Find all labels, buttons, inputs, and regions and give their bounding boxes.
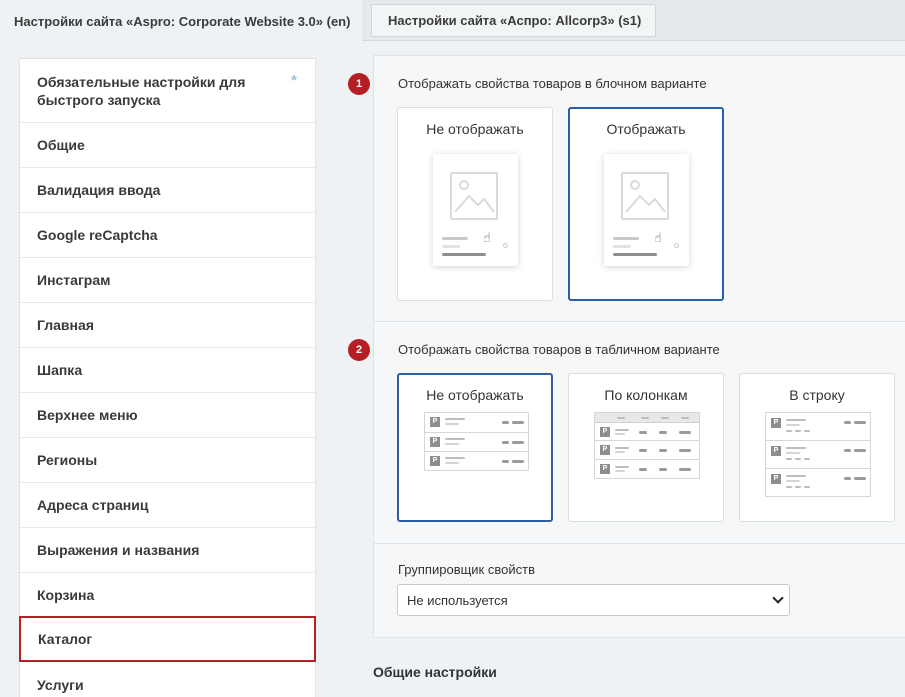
sidebar-item-regions[interactable]: Регионы [20,438,315,483]
table-props-option-inline[interactable]: В строку P P P [739,373,895,522]
block-preview-image: ☝ [433,154,518,266]
block-props-option-show[interactable]: Отображать ☝ [568,107,724,301]
sidebar-item-label: Обязательные настройки для быстрого запу… [37,74,246,108]
option-number-badge: 2 [348,339,370,361]
tab-allcorp3-s1[interactable]: Настройки сайта «Аспро: Allcorp3» (s1) [371,4,656,37]
sidebar-item-label: Валидация ввода [37,182,161,198]
table-props-label: Отображать свойства товаров в табличном … [398,342,720,357]
image-placeholder-icon [450,172,498,220]
sidebar-item-label: Адреса страниц [37,497,149,513]
table-preview: P P P [594,412,700,479]
sidebar-item-header[interactable]: Шапка [20,348,315,393]
option-title: Не отображать [426,387,524,403]
section-divider [373,321,905,322]
block-props-label: Отображать свойства товаров в блочном ва… [398,76,707,91]
sidebar-item-label: Главная [37,317,94,333]
tab-bar: Настройки сайта «Aspro: Corporate Websit… [0,0,905,42]
sidebar-item-main[interactable]: Главная [20,303,315,348]
tab-corporate-website-en[interactable]: Настройки сайта «Aspro: Corporate Websit… [0,0,362,42]
sidebar-item-label: Шапка [37,362,83,378]
option-title: Отображать [606,121,686,137]
hand-cursor-icon: ☝ [483,230,491,245]
sidebar-item-required-settings[interactable]: Обязательные настройки для быстрого запу… [20,59,315,123]
sidebar-item-label: Инстаграм [37,272,111,288]
section-divider [373,543,905,544]
sidebar-item-services[interactable]: Услуги [20,662,315,697]
sidebar-item-expressions[interactable]: Выражения и названия [20,528,315,573]
hand-cursor-icon: ☝ [654,230,662,245]
sidebar-item-cart[interactable]: Корзина [20,573,315,618]
option-title: По колонкам [604,387,688,403]
required-star-icon: * [291,72,297,89]
sidebar-item-page-addresses[interactable]: Адреса страниц [20,483,315,528]
sidebar-item-label: Выражения и названия [37,542,200,558]
sidebar-item-input-validation[interactable]: Валидация ввода [20,168,315,213]
sidebar-item-label: Корзина [37,587,95,603]
option-number-badge: 1 [348,73,370,95]
option-title: В строку [789,387,845,403]
sidebar-item-label: Google reCaptcha [37,227,158,243]
sidebar-item-label: Каталог [38,631,93,647]
settings-sidebar: Обязательные настройки для быстрого запу… [19,58,316,697]
table-preview: P P P [424,412,529,471]
section-title-general: Общие настройки [373,664,497,680]
grouper-label: Группировщик свойств [398,562,535,577]
table-props-option-columns[interactable]: По колонкам P P P [568,373,724,522]
option-title: Не отображать [426,121,524,137]
sidebar-item-catalog[interactable]: Каталог [19,616,316,662]
sidebar-item-label: Верхнее меню [37,407,138,423]
block-props-option-hide[interactable]: Не отображать ☝ [397,107,553,301]
sidebar-item-label: Регионы [37,452,98,468]
grouper-select[interactable]: Не используется [397,584,790,616]
image-placeholder-icon [621,172,669,220]
sidebar-item-label: Услуги [37,676,84,693]
sidebar-item-label: Общие [37,137,85,153]
block-preview-image: ☝ [604,154,689,266]
table-preview: P P P [765,412,871,497]
grouper-select-value: Не используется [407,592,508,608]
sidebar-item-top-menu[interactable]: Верхнее меню [20,393,315,438]
sidebar-item-instagram[interactable]: Инстаграм [20,258,315,303]
table-props-option-hide[interactable]: Не отображать P P P [397,373,553,522]
sidebar-item-general[interactable]: Общие [20,123,315,168]
sidebar-item-recaptcha[interactable]: Google reCaptcha [20,213,315,258]
chevron-down-icon [772,592,784,604]
